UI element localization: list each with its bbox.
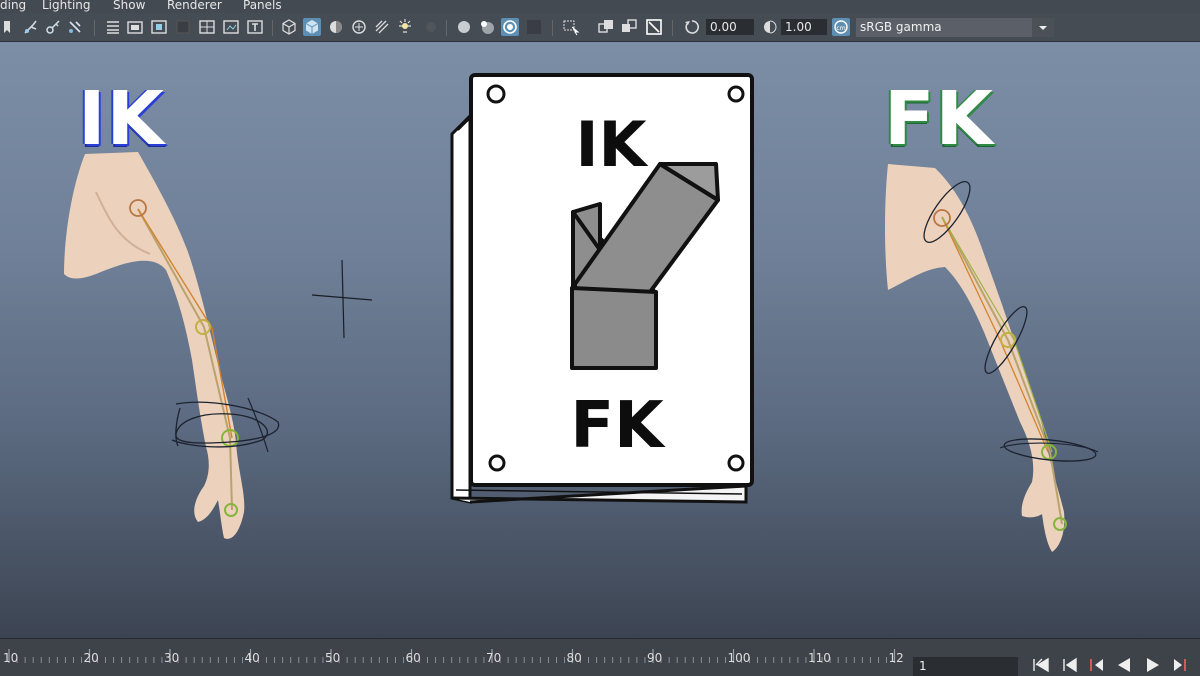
timeline-tick-label: 90 — [647, 651, 663, 665]
safe-action-icon[interactable] — [222, 18, 240, 36]
lock-camera-icon[interactable] — [44, 18, 62, 36]
resolution-gate-icon[interactable] — [150, 18, 168, 36]
menu-show[interactable]: Show — [113, 0, 145, 12]
isolate-select-icon[interactable] — [525, 18, 543, 36]
default-material-icon[interactable] — [327, 18, 345, 36]
timeline-tick-label: 12 — [888, 651, 904, 665]
grease-pencil-icon[interactable] — [645, 18, 663, 36]
timeline-tick-label: 100 — [727, 651, 751, 665]
grid-list-icon[interactable] — [104, 18, 122, 36]
fk-arm-mesh[interactable] — [885, 164, 1065, 552]
switch-top-label: IK — [575, 108, 648, 181]
svg-text:cm: cm — [836, 25, 845, 32]
menu-renderer[interactable]: Renderer — [167, 0, 222, 12]
colorspace-value: sRGB gamma — [860, 20, 942, 34]
film-gate-icon[interactable] — [126, 18, 144, 36]
fk-title-label: FK — [884, 76, 994, 162]
smooth-shade-icon[interactable] — [303, 18, 321, 36]
toolbar-divider — [446, 20, 447, 36]
play-backwards-icon[interactable] — [1114, 656, 1134, 674]
ambient-occlusion-icon[interactable] — [422, 18, 440, 36]
timeline-tick-label: 40 — [244, 651, 260, 665]
current-frame-field[interactable]: 1 — [913, 657, 1018, 676]
toolbar-divider — [552, 20, 553, 36]
frame-selection-icon[interactable] — [597, 18, 615, 36]
origin-manipulator[interactable] — [311, 259, 373, 339]
step-back-frame-icon[interactable] — [1060, 656, 1080, 674]
time-slider[interactable]: 10 20 30 40 50 60 70 80 90 100 110 12 1 — [0, 638, 1200, 676]
toolbar-divider — [94, 20, 95, 36]
color-management-icon[interactable]: cm — [832, 18, 850, 36]
exposure-icon[interactable] — [683, 18, 701, 36]
ik-arm-mesh[interactable] — [64, 152, 245, 539]
ik-title-label: IK — [78, 76, 165, 162]
timeline-tick-label: 110 — [808, 651, 831, 665]
gamma-field[interactable]: 1.00 — [781, 19, 827, 35]
switch-bottom-label: FK — [570, 389, 666, 463]
timeline-tick-label: 70 — [486, 651, 502, 665]
gamma-icon[interactable] — [759, 18, 777, 36]
timeline-tick-label: 10 — [3, 651, 19, 665]
menu-panels[interactable]: Panels — [243, 0, 282, 12]
xray-joints-icon[interactable] — [478, 18, 496, 36]
textured-icon[interactable] — [350, 18, 368, 36]
gate-mask-icon[interactable] — [174, 18, 192, 36]
select-region-icon[interactable] — [562, 18, 580, 36]
play-forwards-icon[interactable] — [1143, 656, 1163, 674]
viewport-scene: IK FK — [64, 73, 1099, 552]
bookmark-icon[interactable] — [2, 18, 12, 36]
ik-fk-switch-illustration[interactable]: IK FK — [450, 73, 754, 504]
go-to-start-icon[interactable] — [1031, 656, 1051, 674]
timeline-tick-label: 20 — [83, 651, 99, 665]
xray-icon[interactable] — [455, 18, 473, 36]
viewport-toolbar: 0.00 1.00 cm sRGB gamma — [0, 13, 1200, 42]
toolbar-divider — [672, 20, 673, 36]
chevron-down-icon[interactable] — [1032, 18, 1054, 37]
shadows-icon[interactable] — [396, 18, 414, 36]
timeline-ruler — [8, 649, 896, 663]
3d-viewport[interactable]: IK FK IK FK — [0, 42, 1200, 638]
xray-components-icon[interactable] — [501, 18, 519, 36]
camera-attributes-icon[interactable] — [66, 18, 84, 36]
use-all-lights-icon[interactable] — [373, 18, 391, 36]
select-camera-icon[interactable] — [22, 18, 40, 36]
safe-title-icon[interactable] — [246, 18, 264, 36]
menu-bar: ding Lighting Show Renderer Panels — [0, 0, 1200, 13]
colorspace-dropdown[interactable]: sRGB gamma — [856, 18, 1054, 37]
timeline-tick-label: 30 — [164, 651, 180, 665]
timeline-tick-label: 60 — [405, 651, 421, 665]
timeline-tick-label: 50 — [325, 651, 341, 665]
field-chart-icon[interactable] — [198, 18, 216, 36]
menu-lighting[interactable]: Lighting — [42, 0, 91, 12]
step-forward-key-icon[interactable] — [1170, 656, 1190, 674]
step-back-key-icon[interactable] — [1087, 656, 1107, 674]
menu-shading[interactable]: ding — [0, 0, 26, 12]
exposure-field[interactable]: 0.00 — [706, 19, 754, 35]
toolbar-divider — [272, 20, 273, 36]
timeline-tick-label: 80 — [566, 651, 582, 665]
frame-all-icon[interactable] — [620, 18, 638, 36]
wireframe-icon[interactable] — [280, 18, 298, 36]
